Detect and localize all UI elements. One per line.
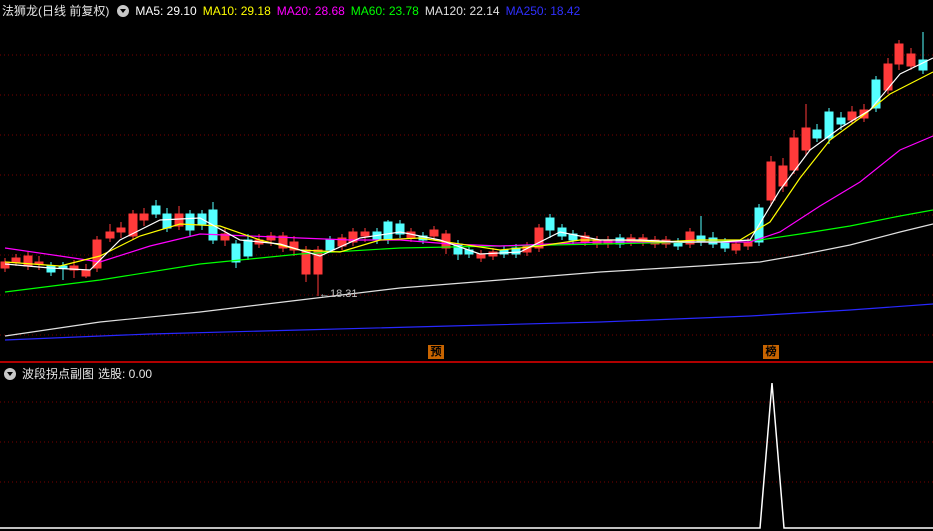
candle-body: [871, 79, 881, 109]
candle-body: [0, 261, 10, 269]
candle-body: [360, 231, 370, 237]
candle-body: [139, 213, 149, 221]
main-header: 法狮龙(日线 前复权) MA5: 29.10 MA10: 29.18 MA20: 2…: [2, 2, 586, 20]
candle-body: [906, 53, 916, 67]
signal-tag-bang[interactable]: 榜: [763, 345, 779, 359]
candle-body: [766, 161, 776, 201]
candle-body: [81, 269, 91, 277]
candle-body: [23, 255, 33, 267]
ma-label-2: MA20: 28.68: [276, 4, 345, 18]
candle-body: [46, 265, 56, 273]
signal-tag-yu[interactable]: 预: [428, 345, 444, 359]
candle-body: [151, 205, 161, 215]
candle-body: [231, 243, 241, 263]
candle-body: [11, 257, 21, 263]
candle-body: [836, 117, 846, 125]
signal-line: [0, 382, 933, 529]
candlestick-chart[interactable]: [0, 0, 933, 361]
ma-label-1: MA10: 29.18: [202, 4, 271, 18]
dropdown-icon[interactable]: [4, 368, 16, 380]
sub-header: 波段拐点副图 选股: 0.00: [2, 365, 158, 383]
candle-body: [812, 129, 822, 139]
candle-body: [801, 127, 811, 151]
candle-body: [429, 229, 439, 237]
candle-body: [883, 63, 893, 91]
main-chart-panel[interactable]: 法狮龙(日线 前复权) MA5: 29.10 MA10: 29.18 MA20: 2…: [0, 0, 933, 361]
candle-body: [383, 221, 393, 241]
ma-label-3: MA60: 23.78: [350, 4, 419, 18]
candle-body: [476, 253, 486, 259]
candle-body: [720, 241, 730, 249]
candle-body: [243, 239, 253, 257]
dropdown-icon[interactable]: [117, 5, 130, 17]
ma-legend: MA5: 29.10 MA10: 29.18 MA20: 28.68 MA60: 23…: [135, 2, 586, 20]
candle-body: [162, 213, 172, 229]
ma250-line: [4, 303, 933, 341]
ma-label-5: MA250: 18.42: [505, 4, 581, 18]
sub-chart-panel[interactable]: 波段拐点副图 选股: 0.00: [0, 363, 933, 531]
ma-label-0: MA5: 29.10: [135, 4, 197, 18]
ma-label-4: MA120: 22.14: [424, 4, 500, 18]
candle-body: [325, 239, 335, 251]
ma120-line: [4, 223, 933, 337]
candle-body: [545, 217, 555, 231]
candle-body: [731, 243, 741, 251]
candle-body: [116, 227, 126, 233]
candle-body: [789, 137, 799, 171]
stock-title: 法狮龙(日线 前复权): [2, 4, 110, 18]
candle-body: [105, 231, 115, 239]
candle-body: [696, 235, 706, 243]
low-price-value: 18.31: [330, 288, 358, 300]
candle-body: [185, 213, 195, 231]
indicator-value: 选股: 0.00: [98, 367, 153, 381]
candle-body: [894, 43, 904, 65]
indicator-title: 波段拐点副图: [22, 367, 95, 381]
indicator-chart[interactable]: [0, 363, 933, 531]
low-price-label: ←18.31: [319, 288, 358, 300]
